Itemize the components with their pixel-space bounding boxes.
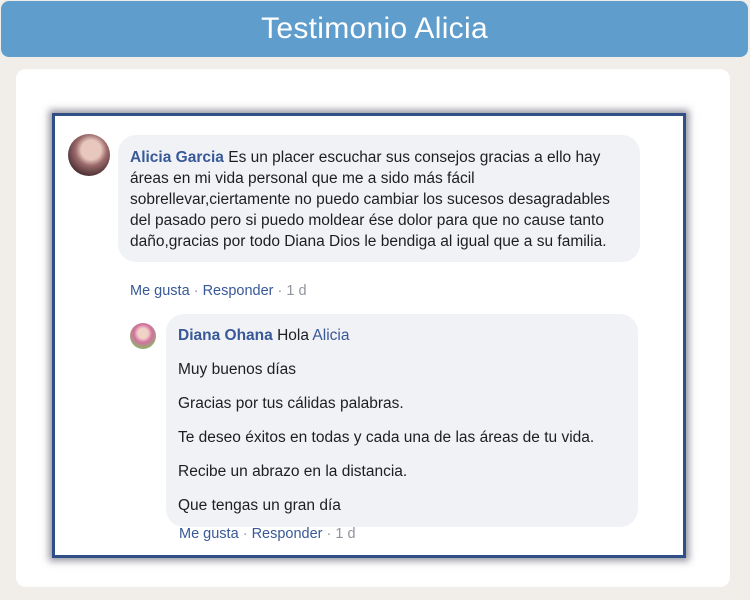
separator: · [193,283,199,299]
reply-avatar[interactable] [130,323,156,349]
reply-line: Recibe un abrazo en la distancia. [178,463,408,480]
reply-line: Gracias por tus cálidas palabras. [178,395,404,412]
page-title-bar: Testimonio Alicia [1,1,748,57]
comment-time[interactable]: 1 d [286,283,306,299]
reply-actions: Me gusta · Responder · 1 d [179,526,356,542]
comment-author[interactable]: Alicia Garcia [130,149,224,166]
comment-actions: Me gusta · Responder · 1 d [130,283,307,299]
like-link[interactable]: Me gusta [179,526,239,542]
screenshot-frame: Alicia Garcia Es un placer escuchar sus … [52,113,686,558]
page-title: Testimonio Alicia [261,12,488,45]
reply-author[interactable]: Diana Ohana [178,327,273,344]
separator: · [242,526,248,542]
reply-line: Te deseo éxitos en todas y cada una de l… [178,429,595,446]
reply-header: Diana Ohana Hola Alicia [178,325,626,346]
separator: · [277,283,283,299]
reply-line: Muy buenos días [178,361,297,378]
reply-bubble: Diana Ohana Hola Alicia Muy buenos días … [166,314,638,527]
avatar[interactable] [68,134,110,176]
reply-mention[interactable]: Alicia [312,327,349,344]
like-link[interactable]: Me gusta [130,283,190,299]
comment-bubble: Alicia Garcia Es un placer escuchar sus … [118,135,640,262]
reply-link[interactable]: Responder [203,283,274,299]
reply-line: Que tengas un gran día [178,497,341,514]
reply-time[interactable]: 1 d [335,526,355,542]
separator: · [326,526,332,542]
reply-greeting: Hola [277,327,309,344]
reply-link[interactable]: Responder [252,526,323,542]
